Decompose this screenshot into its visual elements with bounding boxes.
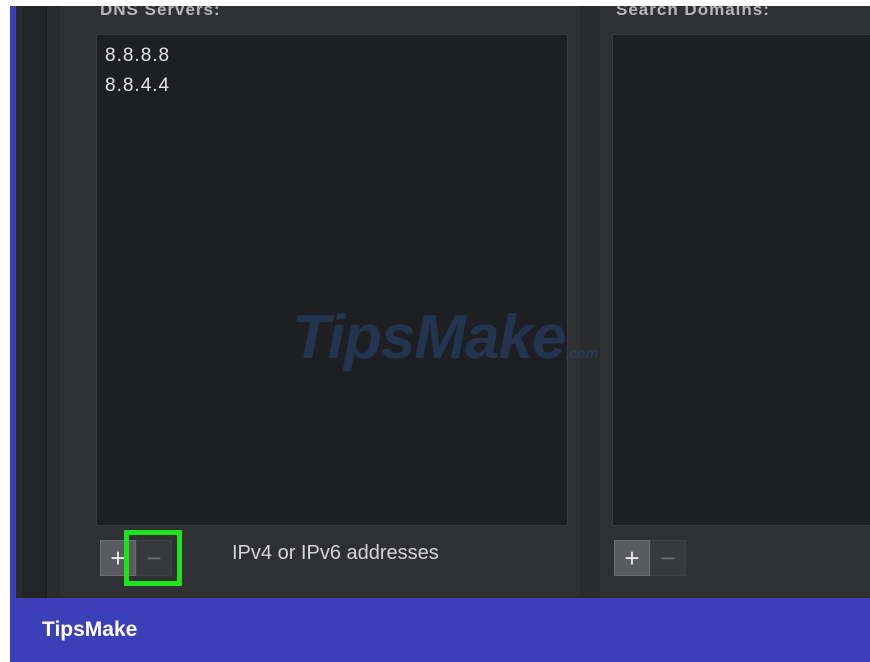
footer-brand: TipsMake <box>42 618 138 641</box>
add-button-highlight <box>124 530 182 586</box>
dns-servers-hint: IPv4 or IPv6 addresses <box>232 542 439 564</box>
search-domains-label: Search Domains: <box>616 6 770 19</box>
dns-servers-list[interactable]: 8.8.8.8 8.8.4.4 <box>96 34 568 526</box>
search-domains-list[interactable] <box>612 34 870 526</box>
add-search-domain-button[interactable]: + <box>614 540 650 576</box>
network-dns-pane: DNS Servers: 8.8.8.8 8.8.4.4 + − IPv4 or… <box>16 6 870 598</box>
dns-servers-label: DNS Servers: <box>100 6 221 19</box>
dns-servers-panel: DNS Servers: 8.8.8.8 8.8.4.4 + − IPv4 or… <box>60 6 580 598</box>
sidebar-rail <box>22 6 47 598</box>
search-domains-buttons: + − <box>614 540 686 576</box>
dns-server-entry[interactable]: 8.8.4.4 <box>97 71 567 101</box>
screenshot-frame: DNS Servers: 8.8.8.8 8.8.4.4 + − IPv4 or… <box>10 6 870 598</box>
footer-bar: TipsMake <box>10 598 870 662</box>
remove-search-domain-button[interactable]: − <box>650 540 686 576</box>
dns-server-entry[interactable]: 8.8.8.8 <box>97 41 567 71</box>
search-domains-panel: Search Domains: + − <box>600 6 870 598</box>
